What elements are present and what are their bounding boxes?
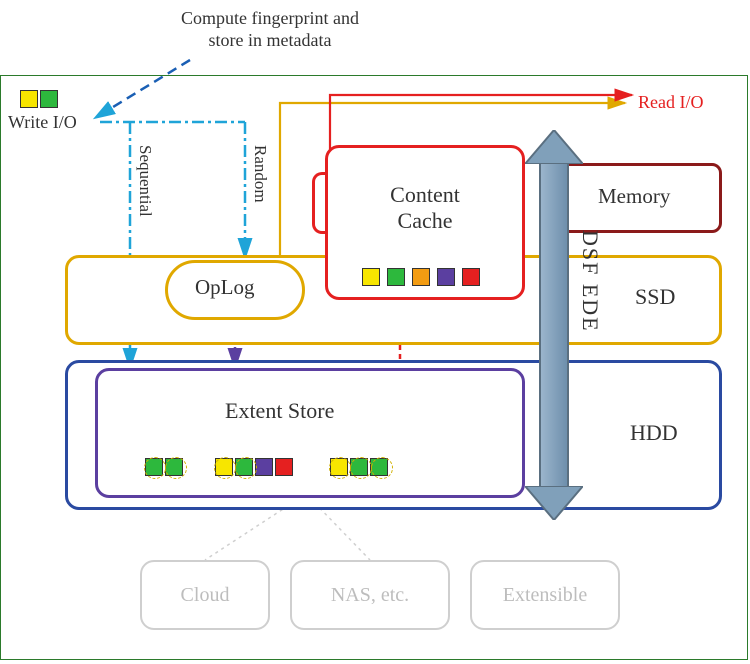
data-block-icon: [275, 458, 293, 476]
oplog-label: OpLog: [195, 275, 255, 300]
arrow-head-up-icon: [525, 130, 583, 164]
data-block-icon: [235, 458, 253, 476]
data-block-icon: [412, 268, 430, 286]
ssd-label: SSD: [635, 284, 675, 310]
data-block-icon: [362, 268, 380, 286]
random-label: Random: [250, 145, 270, 203]
cloud-block: Cloud: [140, 560, 270, 630]
content-cache-squares: [362, 268, 480, 286]
memory-label: Memory: [598, 184, 670, 209]
extensible-block: Extensible: [470, 560, 620, 630]
nas-label: NAS, etc.: [292, 584, 448, 607]
data-block-icon: [215, 458, 233, 476]
extensible-label: Extensible: [472, 584, 618, 607]
cloud-label: Cloud: [142, 584, 268, 607]
extent-store-group-1: [145, 458, 183, 476]
data-block-icon: [255, 458, 273, 476]
dsf-ede-arrow: DSF EDE: [525, 130, 583, 520]
data-block-icon: [370, 458, 388, 476]
dsf-ede-label: DSF EDE: [577, 230, 603, 333]
arrow-head-down-icon: [525, 486, 583, 520]
data-block-icon: [387, 268, 405, 286]
title-to-writeio-line: [95, 60, 190, 118]
data-block-icon: [350, 458, 368, 476]
data-block-icon: [330, 458, 348, 476]
nas-block: NAS, etc.: [290, 560, 450, 630]
extent-store-group-2: [215, 458, 293, 476]
extent-store-label: Extent Store: [225, 398, 334, 424]
content-cache-label: Content Cache: [350, 182, 500, 235]
extent-store-group-3: [330, 458, 388, 476]
extent-store-block: [95, 368, 525, 498]
hdd-label: HDD: [630, 420, 678, 446]
data-block-icon: [165, 458, 183, 476]
data-block-icon: [145, 458, 163, 476]
data-block-icon: [437, 268, 455, 286]
sequential-label: Sequential: [135, 145, 155, 217]
data-block-icon: [462, 268, 480, 286]
